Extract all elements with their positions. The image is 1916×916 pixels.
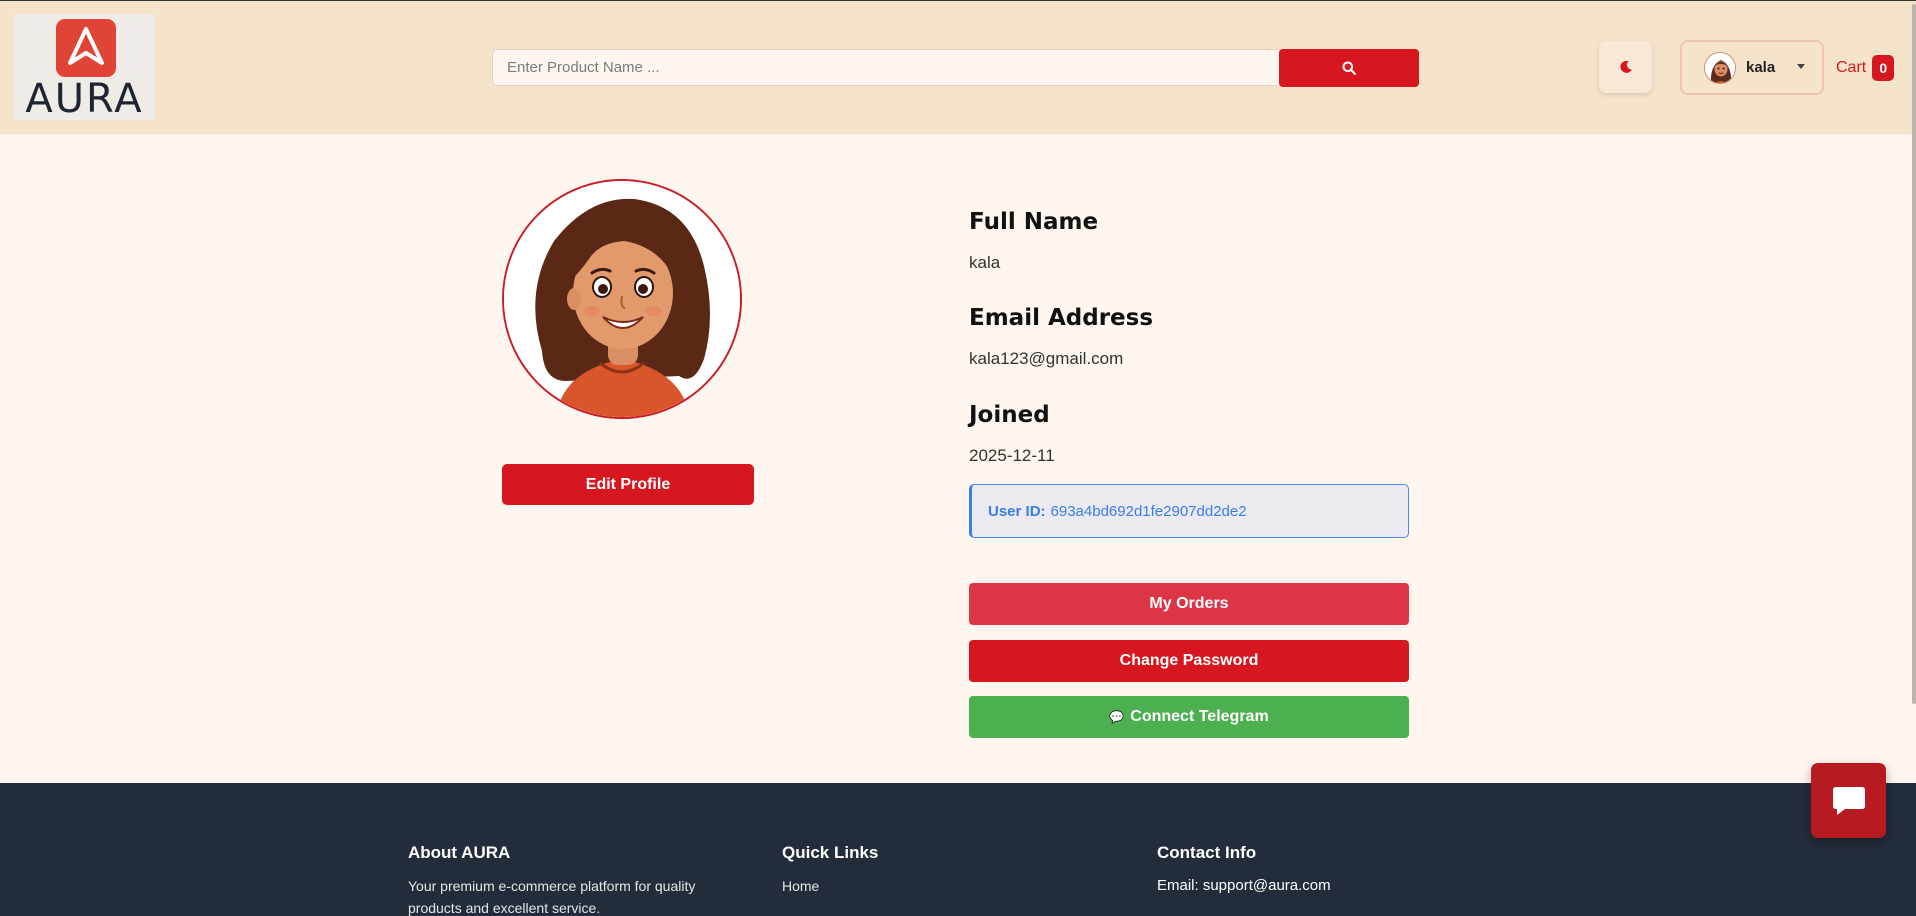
footer-contact-email: Email: support@aura.com [1157,877,1331,894]
email-label: Email Address [969,305,1154,331]
avatar [1704,52,1736,84]
cart-label: Cart [1836,59,1867,76]
user-menu-dropdown[interactable]: kala [1680,40,1824,95]
footer-about-text: Your premium e-commerce platform for qua… [408,878,696,916]
edit-profile-button[interactable]: Edit Profile [502,464,754,505]
search-icon [1342,61,1356,75]
email-value: kala123@gmail.com [969,349,1124,368]
my-orders-button[interactable]: My Orders [969,583,1409,625]
user-id-label: User ID: [988,502,1046,520]
footer-contact-heading: Contact Info [1157,843,1257,862]
chevron-down-icon [1797,64,1805,69]
site-footer: About AURA Your premium e-commerce platf… [0,783,1916,916]
chat-bubble-icon [1832,786,1865,815]
footer-link-home[interactable]: Home [782,875,819,897]
logo-text: AURA [25,76,144,122]
top-header: AURA kala Cart [0,0,1916,134]
change-password-button[interactable]: Change Password [969,640,1409,682]
full-name-value: kala [969,253,1001,272]
moon-icon [1619,60,1632,73]
joined-label: Joined [969,402,1050,428]
logo-mark-icon [56,19,116,77]
profile-avatar [502,179,742,419]
theme-toggle-button[interactable] [1599,41,1652,93]
cart-link[interactable]: Cart 0 [1836,54,1895,82]
cart-count-badge: 0 [1872,55,1895,81]
change-password-label: Change Password [1119,652,1259,669]
page-scrollbar[interactable] [1912,4,1916,704]
full-name-label: Full Name [969,209,1099,235]
connect-telegram-button[interactable]: 💬 Connect Telegram [969,696,1409,738]
speech-bubble-icon: 💬 [1109,710,1125,724]
user-id-value: 693a4bd692d1fe2907dd2de2 [1050,502,1247,520]
connect-telegram-label: Connect Telegram [1130,708,1269,725]
footer-links-heading: Quick Links [782,843,879,862]
footer-about-heading: About AURA [408,843,511,862]
joined-value: 2025-12-11 [969,446,1055,465]
search-input[interactable] [492,49,1280,86]
aura-logo[interactable]: AURA [14,14,155,122]
chat-button[interactable] [1811,763,1886,838]
search-button[interactable] [1279,49,1419,87]
user-id-box: User ID: 693a4bd692d1fe2907dd2de2 [969,484,1409,538]
user-name-label: kala [1746,59,1776,76]
my-orders-label: My Orders [1149,595,1229,612]
